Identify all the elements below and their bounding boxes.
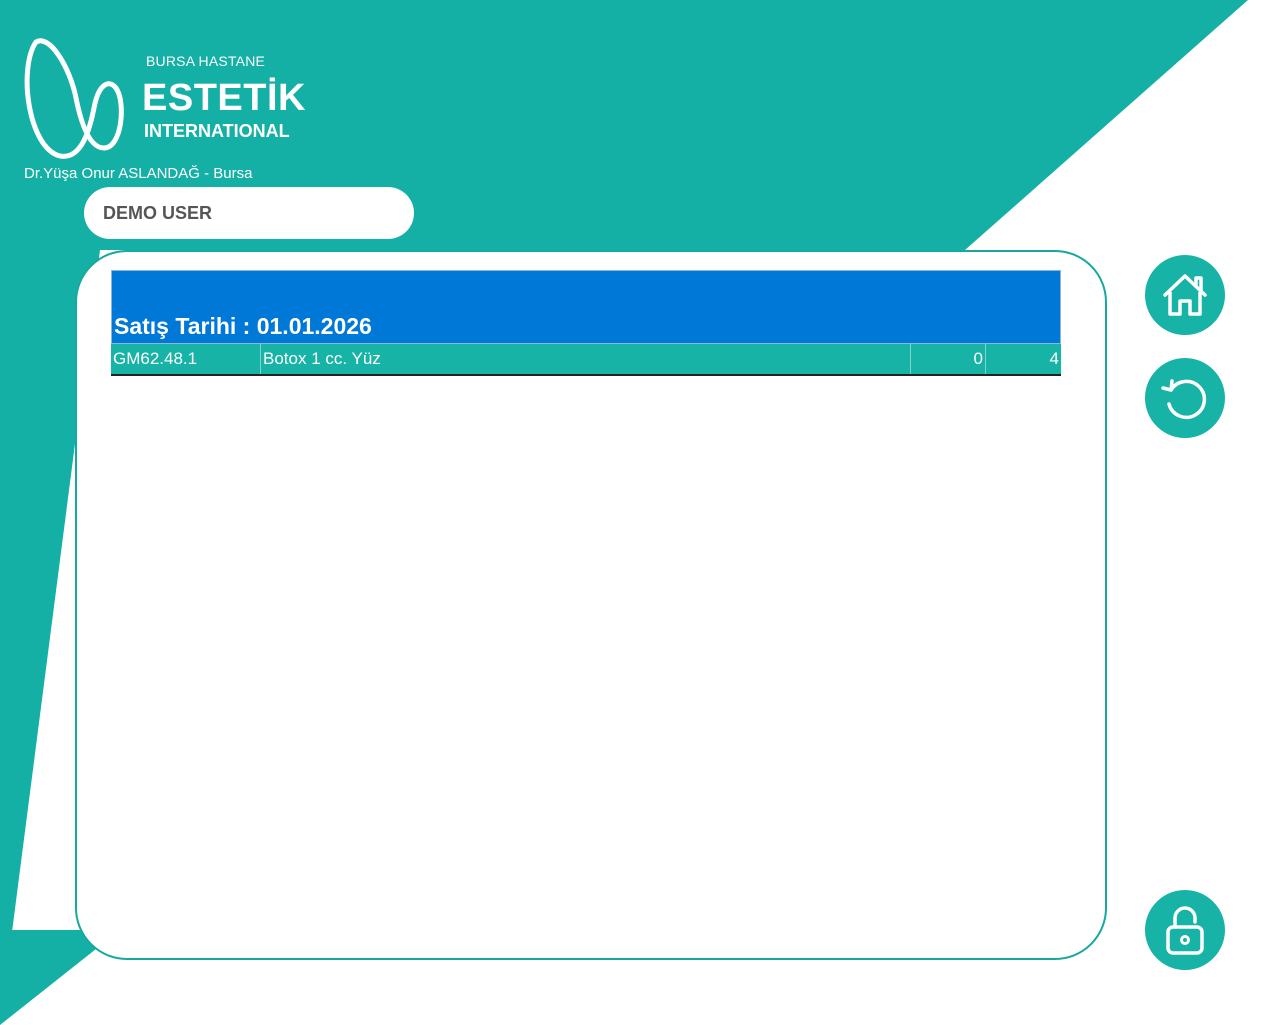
- refresh-button[interactable]: [1145, 358, 1225, 438]
- brand-name: ESTETİK: [142, 77, 306, 119]
- user-name-field: DEMO USER: [84, 187, 414, 239]
- sales-table: Satış Tarihi : 01.01.2026 GM62.48.1 Boto…: [111, 270, 1061, 376]
- row-value-a[interactable]: 0: [911, 344, 986, 374]
- brand-top-line: BURSA HASTANE: [146, 53, 266, 69]
- estetik-logo: [24, 38, 124, 159]
- row-code[interactable]: GM62.48.1: [111, 344, 261, 374]
- doctor-label: Dr.Yüşa Onur ASLANDAĞ - Bursa: [24, 165, 253, 182]
- home-icon: [1163, 274, 1207, 316]
- brand-sub-line: INTERNATIONAL: [144, 121, 290, 141]
- lock-button[interactable]: [1145, 890, 1225, 970]
- row-value-b[interactable]: 4: [986, 344, 1061, 374]
- refresh-icon: [1161, 379, 1207, 420]
- table-header: Satış Tarihi : 01.01.2026: [111, 270, 1061, 344]
- lock-icon: [1166, 906, 1204, 955]
- row-description[interactable]: Botox 1 cc. Yüz: [261, 344, 911, 374]
- table-row[interactable]: GM62.48.1 Botox 1 cc. Yüz 0 4: [111, 344, 1061, 376]
- home-button[interactable]: [1145, 255, 1225, 335]
- sale-date-title: Satış Tarihi : 01.01.2026: [114, 313, 372, 339]
